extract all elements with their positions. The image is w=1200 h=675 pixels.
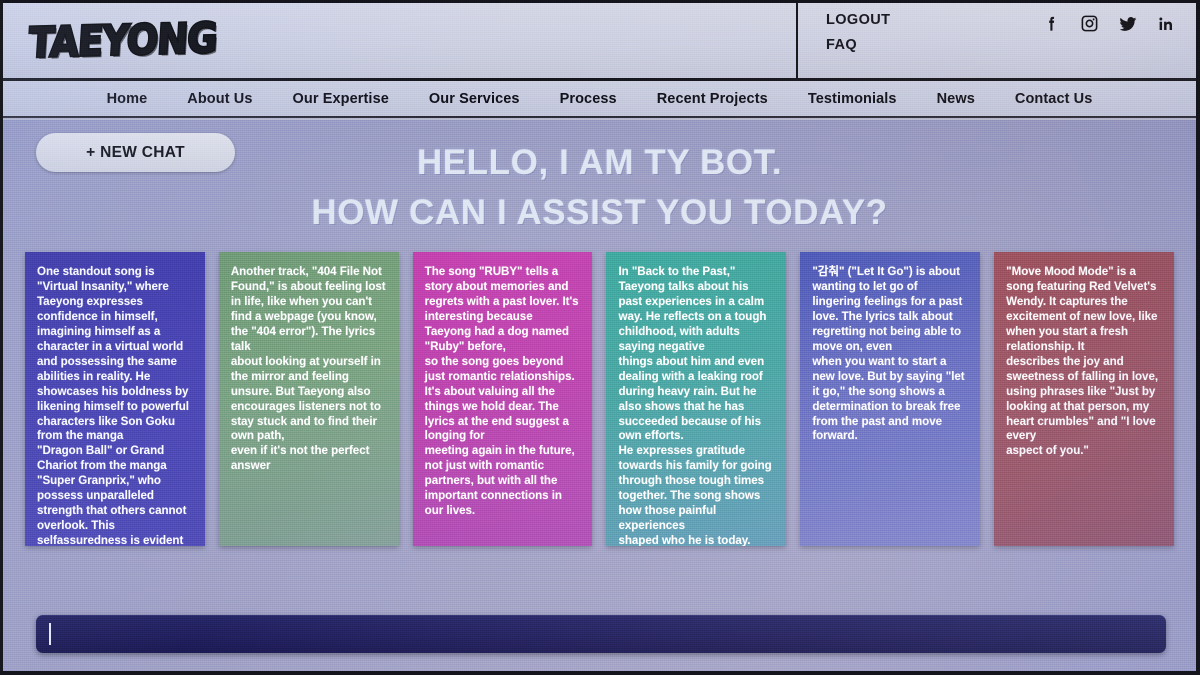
nav-item-recent-projects[interactable]: Recent Projects	[637, 91, 788, 107]
instagram-icon[interactable]	[1079, 13, 1100, 34]
top-bar: TAEYONG LOGOUT FAQ	[3, 3, 1196, 81]
photo-edge-right	[1196, 0, 1200, 675]
chat-message-input[interactable]	[36, 615, 1166, 653]
suggestion-card-text: The song "RUBY" tells a story about memo…	[424, 265, 579, 518]
twitter-icon[interactable]	[1117, 13, 1138, 34]
nav-item-our-expertise[interactable]: Our Expertise	[273, 91, 409, 107]
suggestion-card-text: In "Back to the Past," Taeyong talks abo…	[618, 265, 772, 546]
new-chat-button[interactable]: + NEW CHAT	[36, 133, 235, 172]
text-cursor	[49, 623, 51, 645]
nav-item-news[interactable]: News	[917, 91, 995, 107]
nav-item-home[interactable]: Home	[87, 91, 168, 107]
chatbot-main-area: + NEW CHAT HELLO, I AM TY BOT. HOW CAN I…	[3, 120, 1196, 671]
suggestion-card[interactable]: "감춰" ("Let It Go") is about wanting to l…	[800, 252, 981, 546]
top-bar-spacer	[208, 3, 796, 78]
facebook-icon[interactable]	[1041, 13, 1062, 34]
nav-item-contact-us[interactable]: Contact Us	[995, 91, 1113, 107]
brand-logo[interactable]: TAEYONG	[3, 3, 220, 78]
suggestion-card-text: "Move Mood Mode" is a song featuring Red…	[1006, 265, 1159, 458]
brand-logo-text: TAEYONG	[26, 13, 220, 69]
nav-item-process[interactable]: Process	[540, 91, 637, 107]
top-bar-links: LOGOUT FAQ	[796, 3, 1006, 78]
photo-edge-left	[0, 0, 3, 675]
suggestion-card-text: Another track, "404 File Not Found," is …	[230, 265, 386, 473]
photo-edge-bottom	[0, 671, 1200, 675]
suggestion-card-text: "감춰" ("Let It Go") is about wanting to l…	[812, 265, 965, 443]
nav-item-testimonials[interactable]: Testimonials	[788, 91, 917, 107]
suggestion-cards: One standout song is "Virtual Insanity,"…	[25, 252, 1174, 546]
photo-edge-top	[0, 0, 1200, 3]
suggestion-card-text: One standout song is "Virtual Insanity,"…	[37, 265, 189, 546]
screen-photo: TAEYONG LOGOUT FAQ Home About Us Our Exp…	[0, 0, 1200, 675]
faq-link[interactable]: FAQ	[826, 37, 857, 53]
suggestion-card[interactable]: The song "RUBY" tells a story about memo…	[412, 252, 593, 546]
linkedin-icon[interactable]	[1155, 13, 1176, 34]
headline-line-2: HOW CAN I ASSIST YOU TODAY?	[311, 192, 888, 232]
main-navigation: Home About Us Our Expertise Our Services…	[3, 81, 1196, 118]
suggestion-card[interactable]: One standout song is "Virtual Insanity,"…	[25, 252, 205, 546]
logout-link[interactable]: LOGOUT	[826, 12, 890, 28]
suggestion-card[interactable]: In "Back to the Past," Taeyong talks abo…	[606, 252, 787, 546]
nav-item-about-us[interactable]: About Us	[167, 91, 272, 107]
suggestion-card[interactable]: Another track, "404 File Not Found," is …	[218, 252, 399, 546]
suggestion-card[interactable]: "Move Mood Mode" is a song featuring Red…	[994, 252, 1174, 546]
social-links	[1006, 3, 1196, 78]
nav-item-our-services[interactable]: Our Services	[409, 91, 540, 107]
